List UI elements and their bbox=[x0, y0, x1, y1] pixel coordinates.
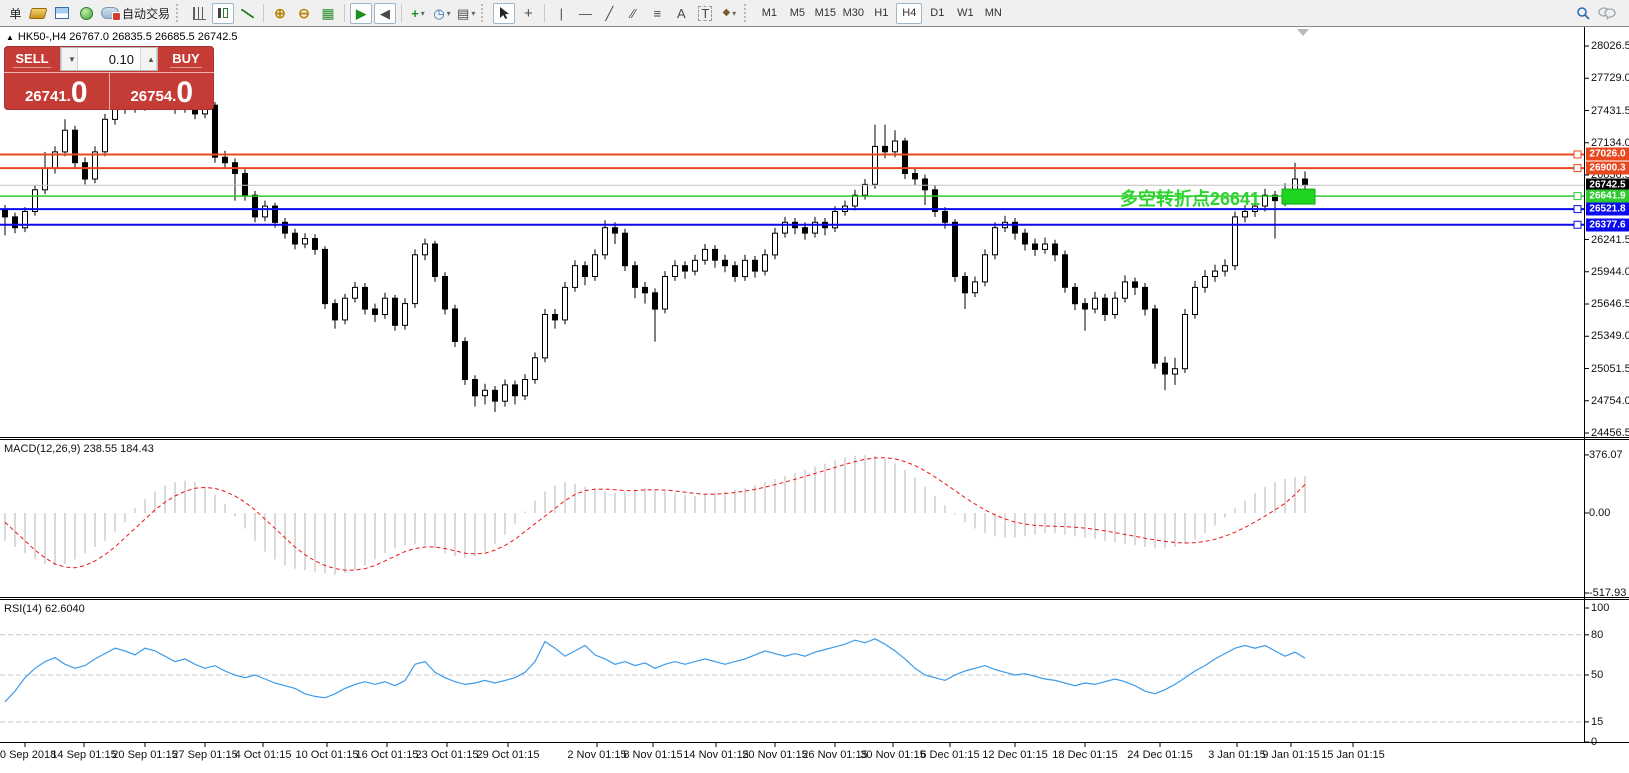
indicators-icon: + bbox=[411, 7, 419, 20]
gold-icon bbox=[29, 8, 48, 19]
timeframe-M15[interactable]: M15 bbox=[812, 3, 838, 24]
scroll-to-end-icon[interactable] bbox=[1297, 29, 1309, 36]
fibonacci-button[interactable]: ≡ bbox=[646, 3, 668, 24]
line-chart-button[interactable] bbox=[236, 3, 258, 24]
candlestick-icon bbox=[218, 7, 228, 19]
line-chart-icon bbox=[241, 9, 254, 18]
vertical-line-button[interactable]: | bbox=[550, 3, 572, 24]
templates-button[interactable]: ▤▾ bbox=[455, 3, 477, 24]
text-icon: A bbox=[677, 7, 686, 20]
volume-decrease-button[interactable]: ▼ bbox=[61, 48, 78, 70]
rsi-label: RSI(14) 62.6040 bbox=[4, 603, 85, 615]
signals-icon bbox=[80, 7, 93, 20]
zoom-in-icon: ⊕ bbox=[274, 6, 286, 20]
toolbar-separator bbox=[544, 4, 545, 22]
periods-button[interactable]: ◷▾ bbox=[431, 3, 453, 24]
timeframe-H4[interactable]: H4 bbox=[896, 3, 922, 24]
bar-chart-icon bbox=[193, 7, 206, 20]
text-label-button[interactable]: T bbox=[694, 3, 716, 24]
volume-control: ▼ ▲ bbox=[60, 47, 158, 71]
chat-icon bbox=[1598, 6, 1616, 20]
one-click-trading-panel: SELL ▼ ▲ BUY 26741.0 26754.0 bbox=[4, 46, 214, 110]
horizontal-line-button[interactable]: — bbox=[574, 3, 596, 24]
chevron-down-icon: ▾ bbox=[447, 9, 451, 18]
indicators-button[interactable]: +▾ bbox=[407, 3, 429, 24]
buy-price[interactable]: 26754.0 bbox=[109, 73, 215, 110]
timeframe-D1[interactable]: D1 bbox=[924, 3, 950, 24]
chart-shift-icon: ◀ bbox=[380, 7, 390, 20]
toolbar-separator bbox=[401, 4, 402, 22]
timeframe-M1[interactable]: M1 bbox=[756, 3, 782, 24]
toolbar-separator bbox=[263, 4, 264, 22]
volume-increase-button[interactable]: ▲ bbox=[140, 48, 157, 70]
bar-chart-button[interactable] bbox=[188, 3, 210, 24]
zoom-in-button[interactable]: ⊕ bbox=[269, 3, 291, 24]
chevron-down-icon: ▾ bbox=[421, 9, 425, 18]
sell-button[interactable]: SELL bbox=[4, 46, 60, 72]
volume-input[interactable] bbox=[78, 48, 140, 70]
crosshair-icon: + bbox=[524, 6, 533, 21]
tile-windows-icon: ▦ bbox=[321, 6, 334, 20]
toolbar-separator bbox=[344, 4, 345, 22]
candlestick-chart-button[interactable] bbox=[212, 3, 234, 24]
timeframe-MN[interactable]: MN bbox=[980, 3, 1006, 24]
toolbar-grip bbox=[744, 4, 750, 22]
auto-scroll-icon: ▶ bbox=[356, 7, 366, 20]
channel-button[interactable]: ∕∕ bbox=[622, 3, 644, 24]
buy-button[interactable]: BUY bbox=[158, 46, 214, 72]
toolbar-grip bbox=[481, 4, 487, 22]
zoom-out-icon: ⊖ bbox=[298, 6, 310, 20]
tile-windows-button[interactable]: ▦ bbox=[317, 3, 339, 24]
chat-button[interactable] bbox=[1596, 3, 1618, 24]
channel-icon: ∕∕ bbox=[631, 7, 635, 20]
fibonacci-icon: ≡ bbox=[654, 7, 662, 20]
collapse-icon[interactable]: ▲ bbox=[6, 33, 14, 42]
timeframe-W1[interactable]: W1 bbox=[952, 3, 978, 24]
text-label-icon: T bbox=[698, 6, 712, 21]
chart-window-button[interactable] bbox=[51, 3, 73, 24]
market-watch-button[interactable] bbox=[27, 3, 49, 24]
timeframe-H1[interactable]: H1 bbox=[868, 3, 894, 24]
horizontal-line-icon: — bbox=[579, 7, 592, 20]
new-order-button[interactable]: 单 bbox=[3, 3, 25, 24]
search-button[interactable] bbox=[1572, 3, 1594, 24]
chart-window-icon bbox=[55, 7, 69, 19]
arrows-icon: ◆ bbox=[722, 8, 730, 18]
sell-price[interactable]: 26741.0 bbox=[4, 73, 109, 110]
chevron-down-icon: ▾ bbox=[471, 9, 475, 18]
clock-icon: ◷ bbox=[433, 7, 444, 20]
chart-shift-button[interactable]: ◀ bbox=[374, 3, 396, 24]
text-tool-button[interactable]: A bbox=[670, 3, 692, 24]
crosshair-button[interactable]: + bbox=[517, 3, 539, 24]
search-icon bbox=[1576, 6, 1591, 21]
templates-icon: ▤ bbox=[457, 7, 469, 20]
cursor-button[interactable] bbox=[493, 3, 515, 24]
cursor-icon bbox=[497, 6, 511, 20]
autotrading-icon bbox=[101, 7, 119, 19]
trendline-button[interactable]: ╱ bbox=[598, 3, 620, 24]
autotrading-button[interactable]: 自动交易 bbox=[99, 3, 172, 24]
annotation-text: 多空转折点26641 bbox=[1120, 185, 1260, 211]
trendline-icon: ╱ bbox=[605, 7, 613, 20]
timeframe-bar: M1M5M15M30H1H4D1W1MN bbox=[755, 3, 1007, 24]
signals-button[interactable] bbox=[75, 3, 97, 24]
zoom-out-button[interactable]: ⊖ bbox=[293, 3, 315, 24]
timeframe-M30[interactable]: M30 bbox=[840, 3, 866, 24]
mt4-window: 单 自动交易 ⊕ ⊖ ▦ ▶ ◀ +▾ ◷▾ ▤▾ + | — ╱ ∕∕ ≡ A bbox=[0, 0, 1629, 773]
timeframe-M5[interactable]: M5 bbox=[784, 3, 810, 24]
chart-area[interactable] bbox=[0, 27, 1629, 773]
vertical-line-icon: | bbox=[560, 7, 563, 20]
chevron-down-icon: ▾ bbox=[732, 9, 736, 18]
arrows-button[interactable]: ◆▾ bbox=[718, 3, 740, 24]
chart-title: ▲HK50-,H4 26767.0 26835.5 26685.5 26742.… bbox=[6, 31, 238, 43]
macd-label: MACD(12,26,9) 238.55 184.43 bbox=[4, 443, 154, 455]
toolbar-grip bbox=[176, 4, 182, 22]
toolbar: 单 自动交易 ⊕ ⊖ ▦ ▶ ◀ +▾ ◷▾ ▤▾ + | — ╱ ∕∕ ≡ A bbox=[0, 0, 1629, 27]
chart-canvas[interactable] bbox=[0, 27, 1629, 773]
auto-scroll-button[interactable]: ▶ bbox=[350, 3, 372, 24]
